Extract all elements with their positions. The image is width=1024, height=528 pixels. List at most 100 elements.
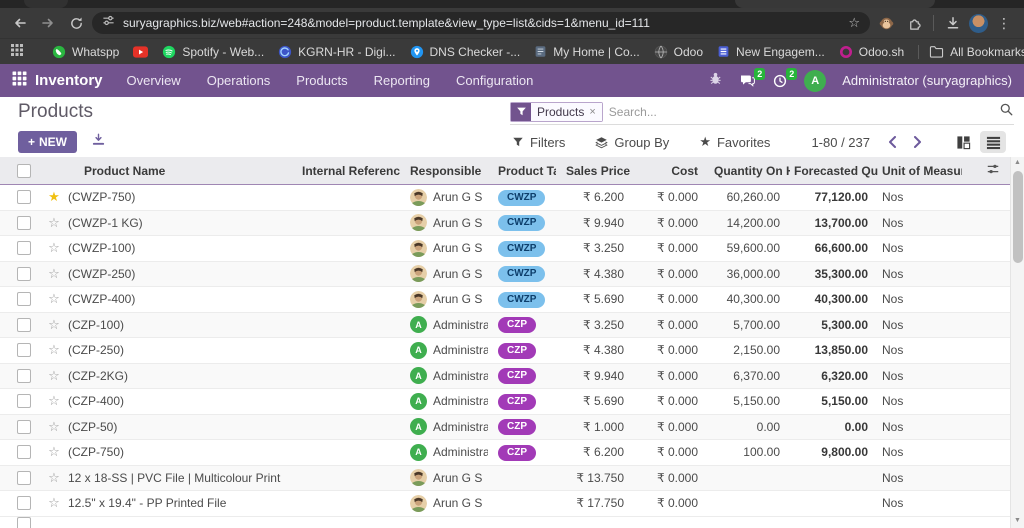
search-input[interactable]: Search... [609, 105, 993, 119]
user-name[interactable]: Administrator (suryagraphics) [842, 73, 1012, 88]
pager-prev-icon[interactable] [884, 134, 901, 150]
optional-columns-icon[interactable] [962, 162, 1010, 179]
url-text[interactable]: suryagraphics.biz/web#action=248&model=p… [123, 16, 840, 30]
browser-tab[interactable] [24, 0, 68, 8]
table-row[interactable]: ☆(CWZP-250)Arun G SCWZP₹ 4.380₹ 0.00036,… [0, 262, 1010, 288]
col-product-tag[interactable]: Product Ta... [488, 164, 556, 178]
list-view-icon[interactable] [980, 131, 1006, 153]
browser-profile-avatar[interactable] [969, 14, 988, 33]
vertical-scrollbar[interactable]: ▲ ▼ [1010, 157, 1024, 528]
favorite-star-icon[interactable]: ☆ [46, 317, 62, 333]
scroll-up-icon[interactable]: ▲ [1014, 157, 1021, 169]
debug-bug-icon[interactable] [708, 71, 723, 91]
row-checkbox[interactable] [17, 190, 31, 204]
back-icon[interactable] [8, 11, 32, 35]
table-row[interactable]: ☆(CZP-100)AAdministratorCZP₹ 3.250₹ 0.00… [0, 313, 1010, 339]
row-checkbox[interactable] [17, 267, 31, 281]
table-row[interactable]: ☆12 x 18-SS | PVC File | Multicolour Pri… [0, 466, 1010, 492]
row-checkbox[interactable] [17, 394, 31, 408]
table-row[interactable]: ☆(CZP-50)AAdministratorCZP₹ 1.000₹ 0.000… [0, 415, 1010, 441]
favorite-star-icon[interactable]: ☆ [46, 470, 62, 486]
forward-icon[interactable] [36, 11, 60, 35]
all-bookmarks-button[interactable]: All Bookmarks [929, 45, 1024, 59]
app-name[interactable]: Inventory [35, 72, 103, 89]
downloads-icon[interactable] [941, 11, 965, 35]
row-checkbox[interactable] [17, 517, 31, 528]
menu-configuration[interactable]: Configuration [456, 73, 533, 88]
scrollbar-thumb[interactable] [1013, 171, 1023, 263]
bookmark-item[interactable]: Whatspp [52, 45, 119, 59]
bookmark-item[interactable]: Odoo.sh [839, 45, 904, 59]
table-row[interactable]: ☆(CZP-250)AAdministratorCZP₹ 4.380₹ 0.00… [0, 338, 1010, 364]
menu-reporting[interactable]: Reporting [374, 73, 430, 88]
table-row[interactable]: ☆12.5" x 19.4" - PP Printed FileArun G S… [0, 491, 1010, 517]
menu-overview[interactable]: Overview [127, 73, 181, 88]
favorite-star-icon[interactable]: ☆ [46, 215, 62, 231]
monkey-extension-icon[interactable] [874, 11, 898, 35]
favorite-star-icon[interactable]: ☆ [46, 342, 62, 358]
table-row[interactable]: ☆(CZP-2KG)AAdministratorCZP₹ 9.940₹ 0.00… [0, 364, 1010, 390]
browser-active-tab[interactable] [735, 0, 935, 8]
row-checkbox[interactable] [17, 343, 31, 357]
menu-operations[interactable]: Operations [207, 73, 271, 88]
favorite-star-icon[interactable]: ☆ [46, 291, 62, 307]
col-sales-price[interactable]: Sales Price [556, 164, 634, 178]
row-checkbox[interactable] [17, 292, 31, 306]
export-download-icon[interactable] [91, 132, 106, 152]
favorite-star-icon-filled[interactable]: ★ [46, 189, 62, 205]
col-product-name[interactable]: Product Name [46, 164, 292, 178]
row-checkbox[interactable] [17, 445, 31, 459]
favorite-star-icon[interactable]: ☆ [46, 240, 62, 256]
new-button[interactable]: + NEW [18, 131, 77, 153]
group-by-button[interactable]: Group By [595, 135, 669, 150]
favorite-star-icon[interactable]: ☆ [46, 368, 62, 384]
filters-button[interactable]: Filters [512, 135, 565, 150]
table-row[interactable]: ☆(CZP-750)AAdministratorCZP₹ 6.200₹ 0.00… [0, 440, 1010, 466]
bookmark-item[interactable]: KGRN-HR - Digi... [278, 45, 395, 59]
row-checkbox[interactable] [17, 369, 31, 383]
menu-products[interactable]: Products [296, 73, 347, 88]
row-checkbox[interactable] [17, 216, 31, 230]
site-info-icon[interactable] [102, 14, 115, 32]
favorites-button[interactable]: ★ Favorites [699, 134, 770, 150]
col-forecasted-quantity[interactable]: Forecasted Quantity [790, 164, 878, 178]
col-quantity-on-hand[interactable]: Quantity On Hand [708, 164, 790, 178]
table-row[interactable]: ☆(CWZP-100)Arun G SCWZP₹ 3.250₹ 0.00059,… [0, 236, 1010, 262]
address-bar[interactable]: suryagraphics.biz/web#action=248&model=p… [92, 12, 870, 34]
favorite-star-icon[interactable]: ☆ [46, 419, 62, 435]
pager-next-icon[interactable] [909, 134, 926, 150]
col-cost[interactable]: Cost [634, 164, 708, 178]
search-icon[interactable] [999, 102, 1014, 122]
table-row[interactable]: ☆(CZP-400)AAdministratorCZP₹ 5.690₹ 0.00… [0, 389, 1010, 415]
reload-icon[interactable] [64, 11, 88, 35]
odoo-apps-menu-icon[interactable] [12, 71, 27, 91]
bookmark-item[interactable]: Odoo [654, 45, 703, 59]
table-row[interactable]: ★(CWZP-750)Arun G SCWZP₹ 6.200₹ 0.00060,… [0, 185, 1010, 211]
bookmark-star-icon[interactable]: ☆ [848, 15, 860, 31]
row-checkbox[interactable] [17, 241, 31, 255]
activities-button[interactable]: 2 [772, 73, 788, 89]
favorite-star-icon[interactable]: ☆ [46, 266, 62, 282]
favorite-star-icon[interactable]: ☆ [46, 444, 62, 460]
table-row-partial[interactable] [0, 517, 1010, 528]
search-facet[interactable]: Products × [510, 102, 603, 122]
messages-button[interactable]: 2 [739, 73, 756, 88]
table-row[interactable]: ☆(CWZP-400)Arun G SCWZP₹ 5.690₹ 0.00040,… [0, 287, 1010, 313]
bookmark-item[interactable]: Spotify - Web... [162, 45, 264, 59]
col-unit-of-measure[interactable]: Unit of Measure [878, 164, 962, 178]
bookmark-item[interactable]: DNS Checker -... [410, 45, 521, 59]
favorite-star-icon[interactable]: ☆ [46, 393, 62, 409]
apps-grid-icon[interactable] [10, 43, 24, 60]
facet-remove-icon[interactable]: × [589, 106, 595, 118]
bookmark-item[interactable]: New Engagem... [717, 45, 825, 59]
col-internal-reference[interactable]: Internal Reference [292, 164, 400, 178]
row-checkbox[interactable] [17, 318, 31, 332]
browser-menu-icon[interactable]: ⋮ [992, 11, 1016, 35]
row-checkbox[interactable] [17, 471, 31, 485]
table-row[interactable]: ☆(CWZP-1 KG)Arun G SCWZP₹ 9.940₹ 0.00014… [0, 211, 1010, 237]
col-responsible[interactable]: Responsible [400, 164, 488, 178]
bookmark-item[interactable]: My Home | Co... [534, 45, 639, 59]
select-all-checkbox[interactable] [17, 164, 31, 178]
search-bar[interactable]: Products × Search... [510, 101, 1014, 125]
user-avatar[interactable]: A [804, 70, 826, 92]
